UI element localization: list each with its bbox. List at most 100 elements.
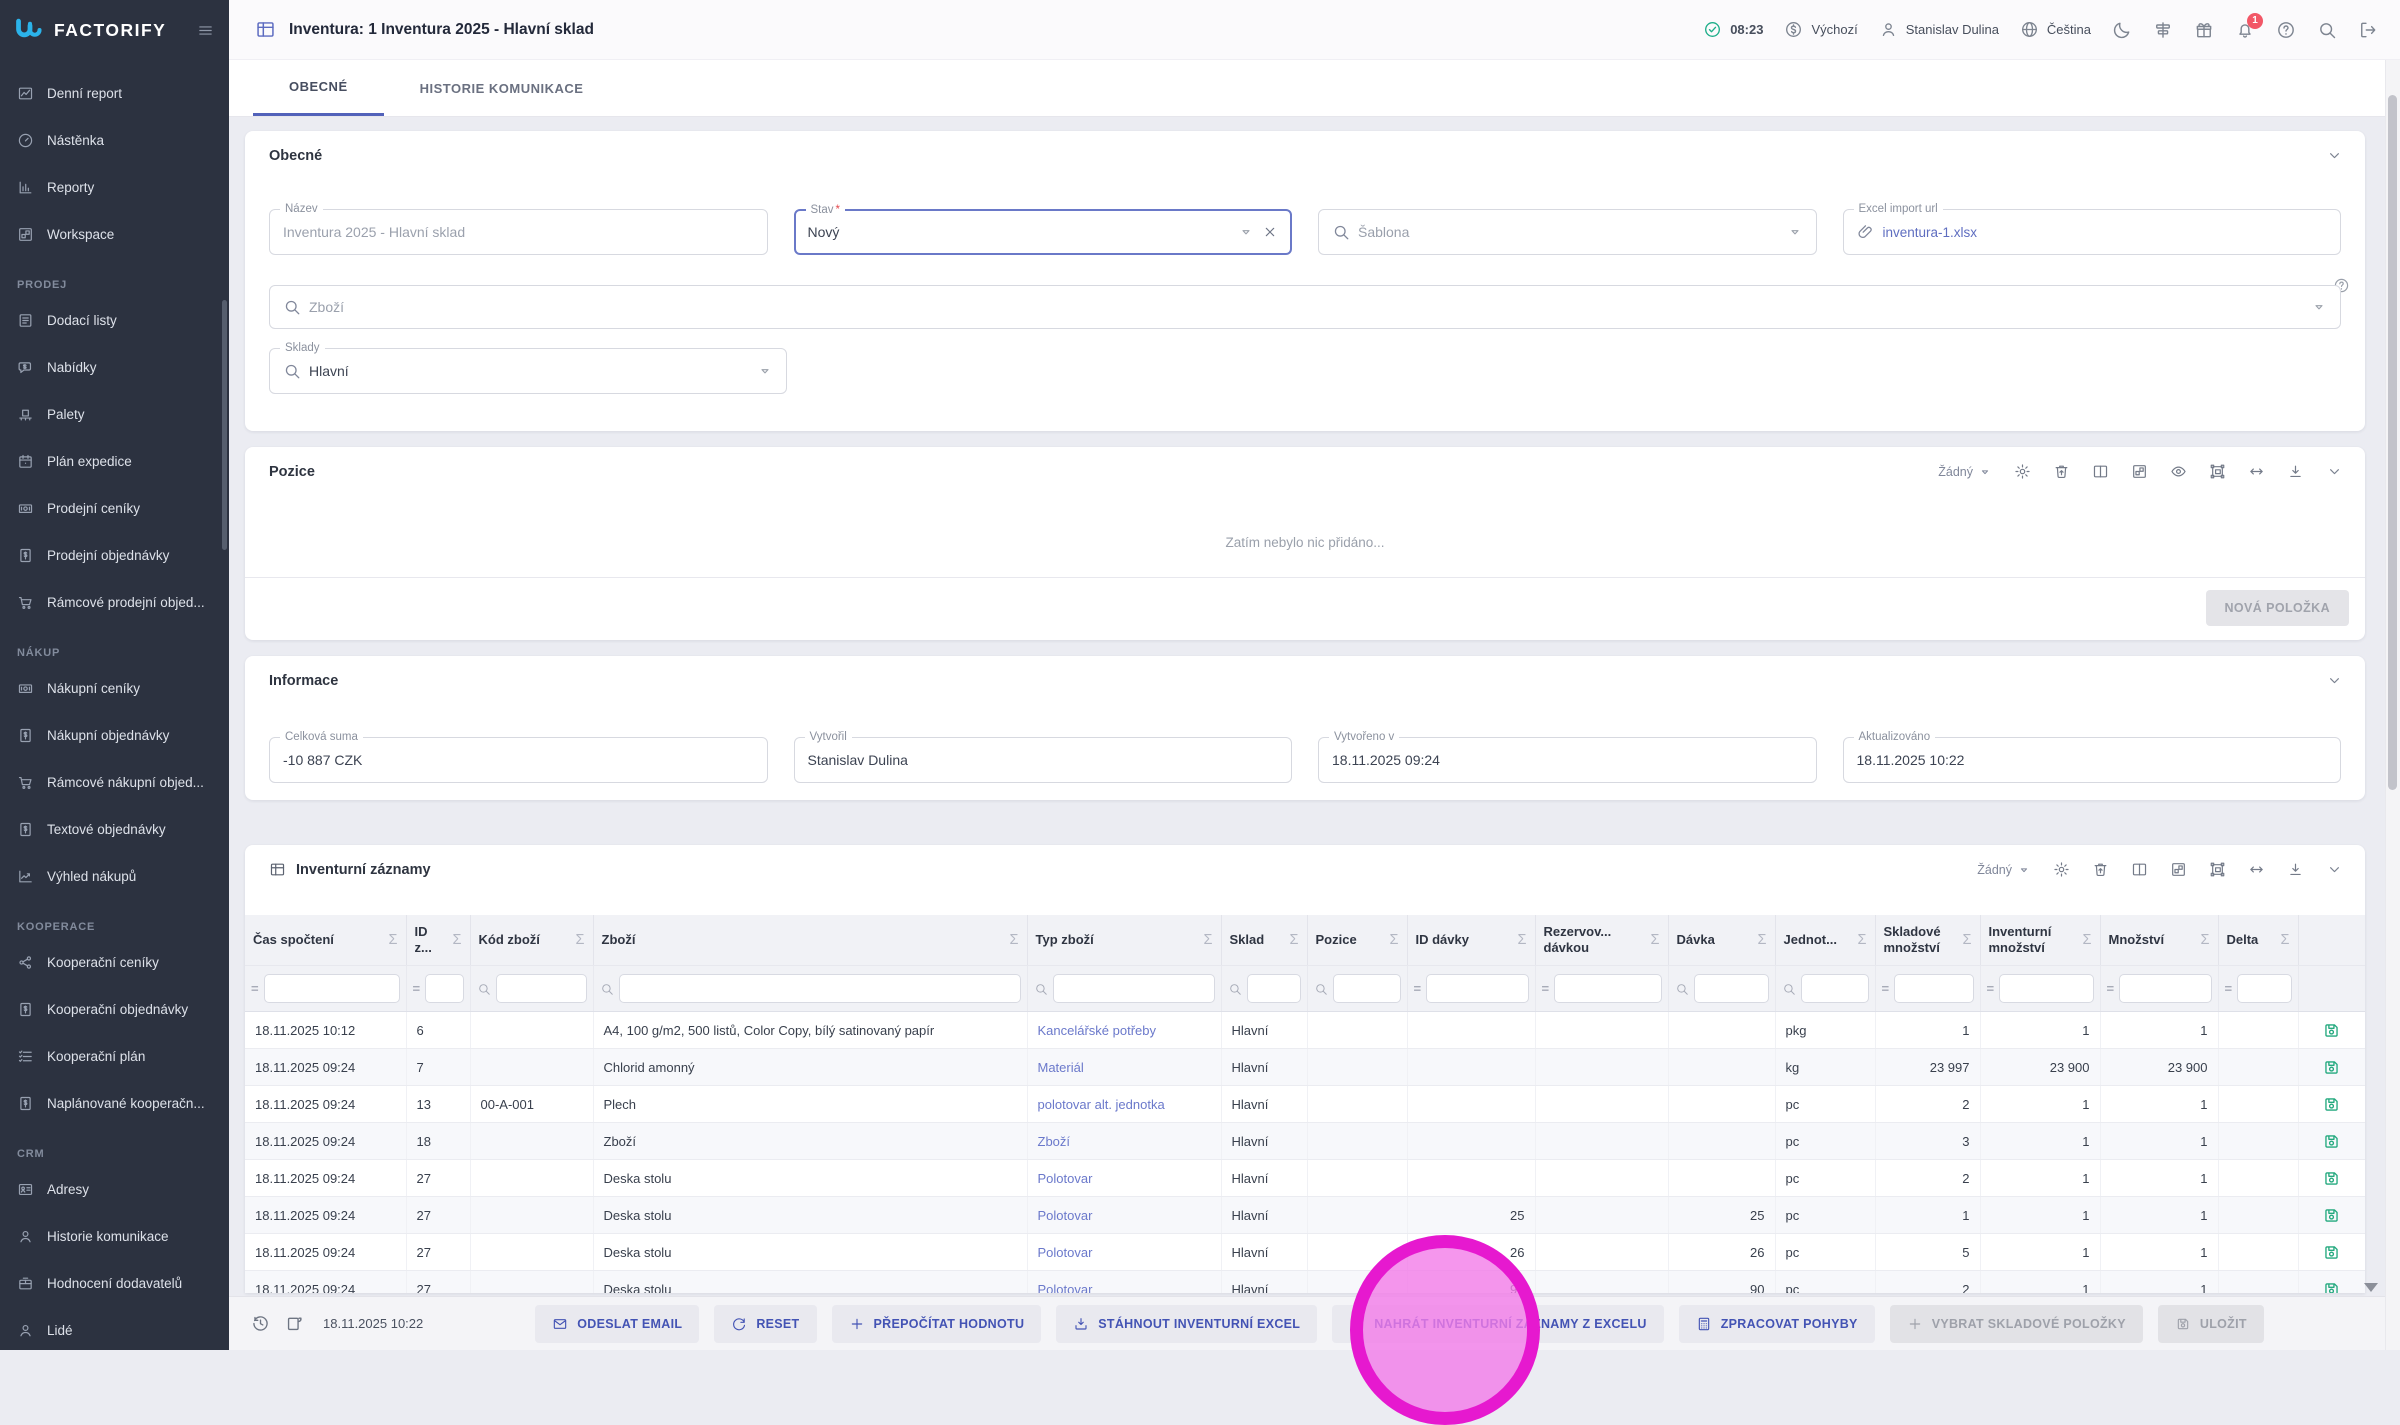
column-header-id-d-vky[interactable]: ID dávkyΣ (1407, 915, 1535, 966)
sigma-aggregate-icon[interactable]: Σ (1204, 932, 1213, 948)
sidebar-item-n-st-nka[interactable]: Nástěnka (0, 117, 229, 164)
sidebar-item-napl-novan-koopera-n[interactable]: Naplánované kooperačn... (0, 1080, 229, 1127)
page-scrollbar[interactable] (2385, 60, 2400, 1350)
page-scrollbar-thumb[interactable] (2388, 95, 2397, 790)
sigma-aggregate-icon[interactable]: Σ (389, 932, 398, 948)
equals-operator-icon[interactable]: = (1414, 981, 1422, 996)
equals-operator-icon[interactable]: = (1542, 981, 1550, 996)
search-operator-icon[interactable] (477, 982, 491, 996)
restore-document-icon[interactable] (285, 1314, 304, 1333)
equals-operator-icon[interactable]: = (251, 981, 259, 996)
column-header-d-vka[interactable]: DávkaΣ (1668, 915, 1775, 966)
typ-zbozi-link[interactable]: Polotovar (1038, 1171, 1093, 1186)
sidebar-item-dodac-listy[interactable]: Dodací listy (0, 297, 229, 344)
sidebar-item-adresy[interactable]: Adresy (0, 1166, 229, 1213)
column-header-pozice[interactable]: PoziceΣ (1307, 915, 1407, 966)
typ-zbozi-link[interactable]: Materiál (1038, 1060, 1084, 1075)
sidebar-item-n-kupn-objedn-vky[interactable]: Nákupní objednávky (0, 712, 229, 759)
button-odeslat-email[interactable]: ODESLAT EMAIL (535, 1305, 699, 1343)
pozice-export-icon[interactable] (2287, 463, 2304, 480)
sigma-aggregate-icon[interactable]: Σ (2281, 932, 2290, 948)
display-settings-button[interactable] (2153, 20, 2173, 40)
collapse-zaznamy-icon[interactable] (2326, 861, 2343, 878)
sidebar-item-workspace[interactable]: Workspace (0, 211, 229, 258)
pozice-trash-restore-icon[interactable] (2053, 463, 2070, 480)
filter-input-id-z[interactable] (425, 974, 463, 1003)
typ-zbozi-link[interactable]: Polotovar (1038, 1208, 1093, 1223)
sigma-aggregate-icon[interactable]: Σ (1518, 932, 1527, 948)
typ-zbozi-link[interactable]: Zboží (1038, 1134, 1071, 1149)
table-row[interactable]: 18.11.2025 09:2427Deska stoluPolotovarHl… (245, 1160, 2365, 1197)
filter-input-delta[interactable] (2237, 974, 2291, 1003)
zaznamy-trash-restore-icon[interactable] (2092, 861, 2109, 878)
sidebar-item-historie-komunikace[interactable]: Historie komunikace (0, 1213, 229, 1260)
sidebar-item-prodejn-objedn-vky[interactable]: Prodejní objednávky (0, 532, 229, 579)
column-header-zbo[interactable]: ZbožíΣ (593, 915, 1027, 966)
sidebar-item-hodnocen-dodavatel[interactable]: Hodnocení dodavatelů (0, 1260, 229, 1307)
pozice-fit-width-icon[interactable] (2248, 463, 2265, 480)
search-operator-icon[interactable] (1675, 982, 1689, 996)
search-operator-icon[interactable] (1782, 982, 1796, 996)
stav-select[interactable]: Stav* Nový (794, 209, 1293, 255)
nova-polozka-button[interactable]: NOVÁ POLOŽKA (2206, 590, 2350, 626)
search-operator-icon[interactable] (1228, 982, 1242, 996)
column-header-jednot[interactable]: Jednot...Σ (1775, 915, 1875, 966)
filter-input-pozice[interactable] (1333, 974, 1401, 1003)
table-row[interactable]: 18.11.2025 10:126A4, 100 g/m2, 500 listů… (245, 1012, 2365, 1049)
column-header-as-spo-ten[interactable]: Čas spočteníΣ (245, 915, 406, 966)
sigma-aggregate-icon[interactable]: Σ (1963, 932, 1972, 948)
sidebar-item-r-mcov-n-kupn-objed[interactable]: Rámcové nákupní objed... (0, 759, 229, 806)
table-row[interactable]: 18.11.2025 09:2427Deska stoluPolotovarHl… (245, 1234, 2365, 1271)
collapse-informace-icon[interactable] (2326, 672, 2343, 689)
filter-input-rezervov-d-vkou[interactable] (1554, 974, 1661, 1003)
column-header-id-z[interactable]: ID z...Σ (406, 915, 470, 966)
sklady-select[interactable]: Sklady Hlavní (269, 348, 787, 394)
save-row-icon[interactable] (2322, 1280, 2341, 1294)
button-ulo-it[interactable]: ULOŽIT (2158, 1305, 2264, 1343)
zbozi-dropdown-caret-icon[interactable] (2311, 299, 2327, 315)
pozice-settings-icon[interactable] (2014, 463, 2031, 480)
pozice-fullscreen-icon[interactable] (2209, 463, 2226, 480)
nazev-field[interactable]: Název Inventura 2025 - Hlavní sklad (269, 209, 768, 255)
attendance-status[interactable]: 08:23 (1703, 20, 1763, 39)
stav-dropdown-caret-icon[interactable] (1238, 224, 1254, 240)
save-row-icon[interactable] (2322, 1058, 2341, 1077)
history-icon[interactable] (251, 1314, 270, 1333)
filter-input-jednot[interactable] (1801, 974, 1869, 1003)
typ-zbozi-link[interactable]: Polotovar (1038, 1245, 1093, 1260)
sidebar-item-textov-objedn-vky[interactable]: Textové objednávky (0, 806, 229, 853)
zaznamy-fullscreen-icon[interactable] (2209, 861, 2226, 878)
language-selector[interactable]: Čeština (2020, 20, 2091, 39)
table-scroll-down-indicator[interactable] (2364, 1283, 2378, 1292)
sigma-aggregate-icon[interactable]: Σ (2083, 932, 2092, 948)
sidebar-item-n-kupn-cen-ky[interactable]: Nákupní ceníky (0, 665, 229, 712)
whats-new-button[interactable] (2194, 20, 2214, 40)
table-row[interactable]: 18.11.2025 09:247Chlorid amonnýMateriálH… (245, 1049, 2365, 1086)
collapse-pozice-icon[interactable] (2326, 463, 2343, 480)
zaznamy-settings-icon[interactable] (2053, 861, 2070, 878)
sigma-aggregate-icon[interactable]: Σ (1010, 932, 1019, 948)
pricing-plan[interactable]: Výchozí (1784, 20, 1857, 39)
help-button[interactable] (2276, 20, 2296, 40)
button-zpracovat-pohyby[interactable]: ZPRACOVAT POHYBY (1679, 1305, 1875, 1343)
sablona-select[interactable]: Šablona (1318, 209, 1817, 255)
typ-zbozi-link[interactable]: Polotovar (1038, 1282, 1093, 1294)
sidebar-item-v-hled-n-kup[interactable]: Výhled nákupů (0, 853, 229, 900)
column-header-rezervov-d-vkou[interactable]: Rezervov... dávkouΣ (1535, 915, 1668, 966)
collapse-obecne-icon[interactable] (2326, 147, 2343, 164)
logout-button[interactable] (2358, 20, 2378, 40)
save-row-icon[interactable] (2322, 1169, 2341, 1188)
filter-input-k-d-zbo[interactable] (496, 974, 587, 1003)
sidebar-item-r-mcov-prodejn-objed[interactable]: Rámcové prodejní objed... (0, 579, 229, 626)
dark-mode-toggle[interactable] (2112, 20, 2132, 40)
zaznamy-export-icon[interactable] (2287, 861, 2304, 878)
typ-zbozi-link[interactable]: polotovar alt. jednotka (1038, 1097, 1165, 1112)
filter-input-sklad[interactable] (1247, 974, 1301, 1003)
notifications-button[interactable]: 1 (2235, 20, 2255, 40)
sidebar-item-koopera-n-objedn-vky[interactable]: Kooperační objednávky (0, 986, 229, 1033)
button-vybrat-skladov-polo-ky[interactable]: VYBRAT SKLADOVÉ POLOŽKY (1890, 1305, 2143, 1343)
sidebar-item-palety[interactable]: Palety (0, 391, 229, 438)
filter-input-skladov-mno-stv[interactable] (1894, 974, 1973, 1003)
sidebar-item-pl-n-expedice[interactable]: Plán expedice (0, 438, 229, 485)
tab-obecne[interactable]: OBECNÉ (253, 60, 384, 116)
